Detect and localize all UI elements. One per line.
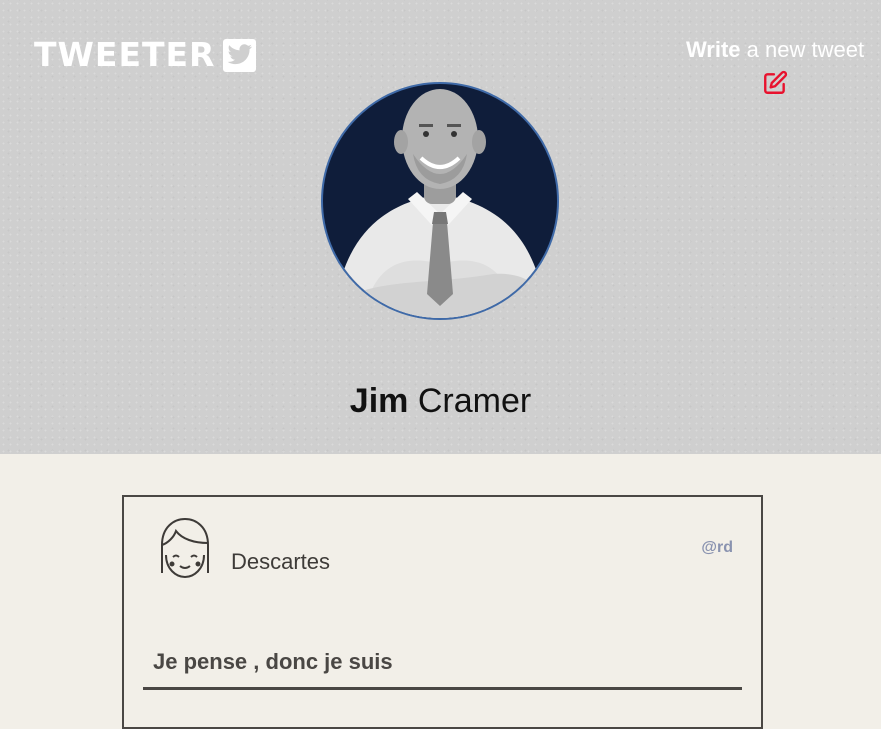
edit-icon[interactable] [762,70,788,101]
twitter-bird-icon [223,38,257,72]
profile-header: TWEETER Write a new tweet Jim Cramer [0,0,881,454]
tweet-card: Descartes @rd Je pense , donc je suis [122,495,763,729]
site-logo[interactable]: TWEETER [34,35,257,74]
tweet-divider [143,687,742,690]
tweet-text: Je pense , donc je suis [153,649,393,674]
tweet-author[interactable]: Descartes [231,549,330,575]
write-tweet-label: Write a new tweet [685,37,865,62]
profile-name: Jim Cramer [349,382,532,420]
author-avatar [154,515,216,581]
profile-avatar [321,82,559,320]
logo-text: TWEETER [34,35,216,74]
write-tweet-link[interactable]: Write a new tweet [685,36,865,101]
tweet-handle[interactable]: @rd [701,539,733,557]
